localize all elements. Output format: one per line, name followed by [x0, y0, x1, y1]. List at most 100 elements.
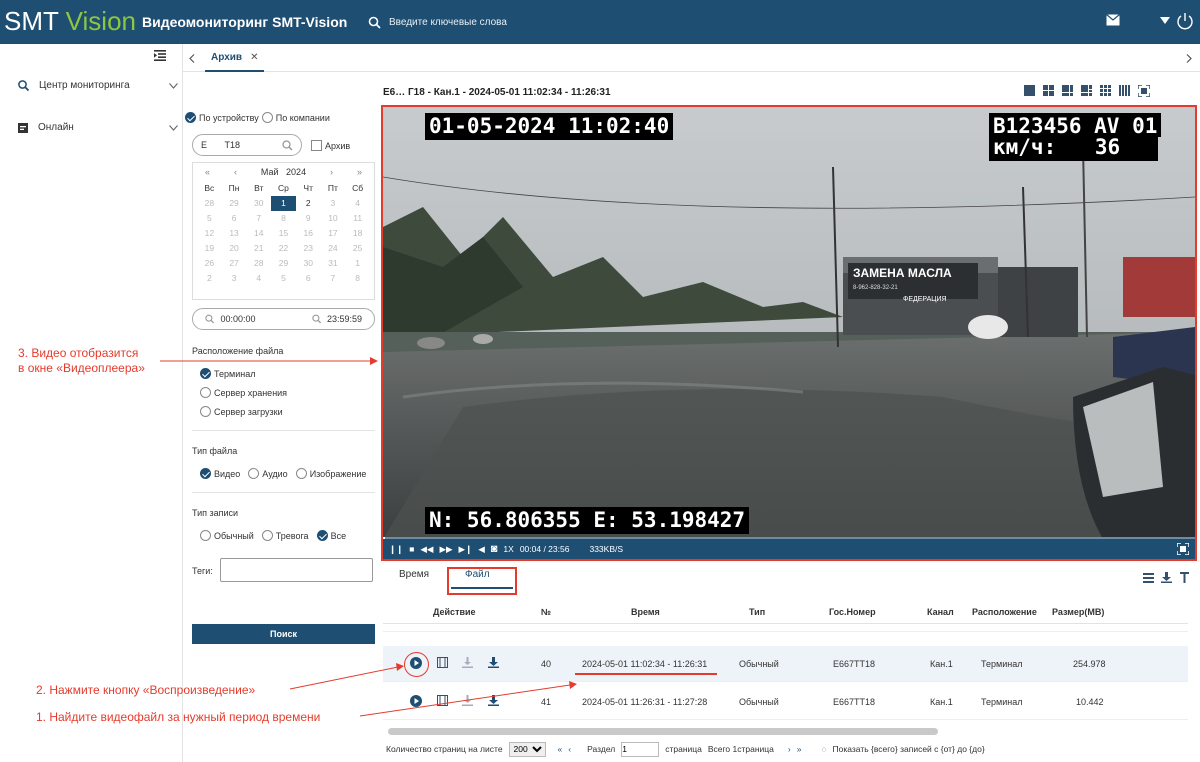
radio-video[interactable]: [200, 468, 211, 479]
power-icon[interactable]: [1176, 12, 1194, 30]
calendar-day[interactable]: 5: [197, 211, 222, 226]
last-page-icon[interactable]: »: [797, 744, 802, 754]
play-icon[interactable]: [410, 695, 422, 709]
calendar-day[interactable]: 20: [222, 241, 247, 256]
calendar-day[interactable]: 23: [296, 241, 321, 256]
calendar-day[interactable]: 30: [246, 196, 271, 211]
chevron-down-icon[interactable]: [1160, 17, 1170, 25]
video-file-icon[interactable]: [437, 695, 448, 708]
search-button[interactable]: Поиск: [192, 624, 375, 644]
calendar-day[interactable]: 25: [345, 241, 370, 256]
prev-year-icon[interactable]: «: [205, 167, 210, 177]
archive-checkbox[interactable]: Архив: [311, 140, 350, 151]
calendar-day[interactable]: 29: [271, 256, 296, 271]
calendar-day[interactable]: 14: [246, 226, 271, 241]
device-input[interactable]: Е Т18: [192, 134, 302, 156]
calendar-day[interactable]: 2: [296, 196, 321, 211]
layout-8-icon[interactable]: [1081, 85, 1092, 96]
time-from[interactable]: 00:00:00: [220, 314, 255, 324]
page-input[interactable]: [621, 741, 660, 757]
calendar-day[interactable]: 18: [345, 226, 370, 241]
video-frame[interactable]: ЗАМЕНА МАСЛА 8-962-828-32-21 ФЕДЕРАЦИЯ 0…: [383, 107, 1195, 539]
refresh-icon[interactable]: ◌: [821, 744, 826, 754]
next-year-icon[interactable]: »: [357, 167, 362, 177]
search-input[interactable]: [389, 16, 589, 28]
calendar-day[interactable]: 1: [271, 196, 296, 211]
video-player[interactable]: ЗАМЕНА МАСЛА 8-962-828-32-21 ФЕДЕРАЦИЯ 0…: [381, 105, 1197, 561]
camera-icon[interactable]: ◙: [491, 543, 498, 555]
calendar-month[interactable]: Май: [261, 167, 279, 177]
calendar-day[interactable]: 27: [222, 256, 247, 271]
horizontal-scrollbar[interactable]: [388, 728, 938, 735]
calendar-day[interactable]: 6: [296, 271, 321, 286]
layout-16-icon[interactable]: [1119, 85, 1130, 96]
calendar-day[interactable]: 8: [345, 271, 370, 286]
mail-icon[interactable]: [1106, 14, 1120, 26]
calendar-day[interactable]: 7: [321, 271, 346, 286]
calendar-day[interactable]: 24: [321, 241, 346, 256]
calendar-day[interactable]: 21: [246, 241, 271, 256]
radio-download-server[interactable]: Сервер загрузки: [200, 406, 283, 417]
fullscreen-icon[interactable]: [1177, 543, 1189, 555]
download-server-icon[interactable]: [462, 695, 473, 708]
tab-archive[interactable]: Архив ✕: [205, 44, 265, 72]
radio-normal[interactable]: [200, 530, 211, 541]
calendar-day[interactable]: 6: [222, 211, 247, 226]
calendar-day[interactable]: 22: [271, 241, 296, 256]
download-server-icon[interactable]: [462, 657, 473, 670]
calendar-day[interactable]: 8: [271, 211, 296, 226]
calendar-day[interactable]: 3: [321, 196, 346, 211]
calendar-day[interactable]: 13: [222, 226, 247, 241]
search-icon[interactable]: [368, 16, 381, 29]
calendar-day[interactable]: 10: [321, 211, 346, 226]
stop-icon[interactable]: ■: [409, 544, 414, 554]
search-icon[interactable]: [282, 139, 293, 151]
volume-icon[interactable]: ◀: [478, 544, 485, 555]
next-page-icon[interactable]: ›: [788, 744, 791, 754]
calendar-day[interactable]: 1: [345, 256, 370, 271]
time-to[interactable]: 23:59:59: [327, 314, 362, 324]
calendar-day[interactable]: 15: [271, 226, 296, 241]
calendar-day[interactable]: 16: [296, 226, 321, 241]
tab-file[interactable]: Файл: [465, 569, 490, 580]
pause-icon[interactable]: ❙❙: [389, 544, 403, 555]
calendar-day[interactable]: 4: [345, 196, 370, 211]
table-row[interactable]: 41 2024-05-01 11:26:31 - 11:27:28 Обычны…: [383, 684, 1188, 720]
calendar-day[interactable]: 28: [197, 196, 222, 211]
radio-by-device[interactable]: По устройству По компании: [185, 112, 330, 123]
radio-audio[interactable]: [248, 468, 260, 479]
sidebar-item-online[interactable]: Онлайн: [18, 122, 178, 133]
layout-9-icon[interactable]: [1100, 85, 1111, 96]
tags-input[interactable]: [220, 558, 373, 582]
calendar-day[interactable]: 26: [197, 256, 222, 271]
radio-storage-server[interactable]: Сервер хранения: [200, 387, 287, 398]
table-row[interactable]: 40 2024-05-01 11:02:34 - 11:26:31 Обычны…: [383, 646, 1188, 682]
close-icon[interactable]: ✕: [250, 52, 258, 63]
next-frame-icon[interactable]: ▶❙: [459, 544, 473, 555]
calendar-day[interactable]: 9: [296, 211, 321, 226]
calendar-day[interactable]: 28: [246, 256, 271, 271]
radio-by-company[interactable]: [261, 112, 273, 123]
calendar-day[interactable]: 31: [321, 256, 346, 271]
radio-all[interactable]: [316, 530, 328, 541]
fullscreen-icon[interactable]: [1138, 85, 1150, 97]
prev-month-icon[interactable]: ‹: [234, 167, 237, 177]
radio-alarm[interactable]: [261, 530, 273, 541]
radio-image[interactable]: [295, 468, 307, 479]
fast-forward-icon[interactable]: ▶▶: [439, 544, 452, 555]
layout-6-icon[interactable]: [1062, 85, 1073, 96]
per-page-select[interactable]: 200: [508, 741, 546, 757]
chevron-right-icon[interactable]: [1186, 54, 1192, 63]
download-icon[interactable]: [488, 695, 499, 708]
list-icon[interactable]: [1143, 573, 1154, 583]
calendar-day[interactable]: 11: [345, 211, 370, 226]
calendar-year[interactable]: 2024: [286, 167, 306, 177]
calendar-day[interactable]: 7: [246, 211, 271, 226]
first-page-icon[interactable]: «: [558, 744, 563, 754]
calendar-day[interactable]: 19: [197, 241, 222, 256]
sidebar-item-monitoring-center[interactable]: Центр мониторинга: [18, 80, 178, 91]
calendar-day[interactable]: 4: [246, 271, 271, 286]
video-file-icon[interactable]: [437, 657, 448, 670]
next-month-icon[interactable]: ›: [330, 167, 333, 177]
calendar-day[interactable]: 2: [197, 271, 222, 286]
